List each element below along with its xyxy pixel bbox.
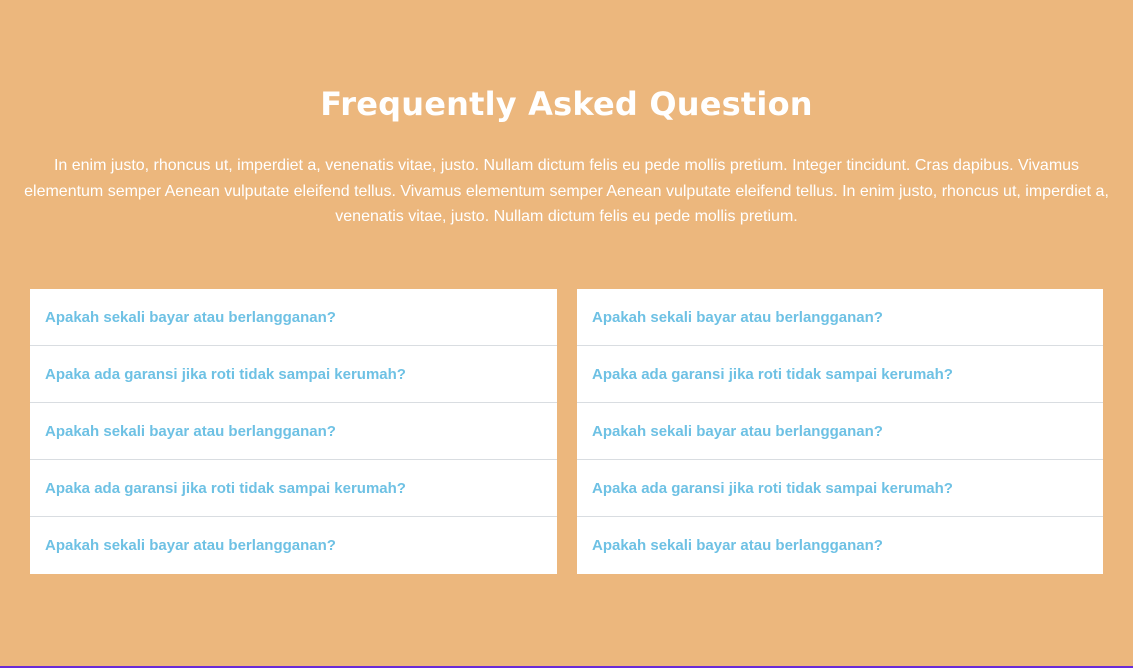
faq-item[interactable]: Apaka ada garansi jika roti tidak sampai… [30, 460, 557, 517]
faq-item[interactable]: Apakah sekali bayar atau berlangganan? [30, 403, 557, 460]
faq-question: Apakah sekali bayar atau berlangganan? [45, 308, 336, 326]
faq-question: Apakah sekali bayar atau berlangganan? [592, 308, 883, 326]
faq-question: Apakah sekali bayar atau berlangganan? [592, 422, 883, 440]
faq-item[interactable]: Apaka ada garansi jika roti tidak sampai… [30, 346, 557, 403]
faq-question: Apakah sekali bayar atau berlangganan? [45, 537, 336, 554]
faq-question: Apaka ada garansi jika roti tidak sampai… [45, 365, 406, 383]
faq-question: Apaka ada garansi jika roti tidak sampai… [592, 479, 953, 497]
faq-list-left: Apakah sekali bayar atau berlangganan? A… [30, 289, 557, 574]
faq-item[interactable]: Apaka ada garansi jika roti tidak sampai… [577, 460, 1103, 517]
faq-item[interactable]: Apaka ada garansi jika roti tidak sampai… [577, 346, 1103, 403]
faq-item[interactable]: Apakah sekali bayar atau berlangganan? [577, 517, 1103, 574]
faq-question: Apaka ada garansi jika roti tidak sampai… [592, 365, 953, 383]
faq-question: Apakah sekali bayar atau berlangganan? [592, 537, 883, 554]
faq-item[interactable]: Apakah sekali bayar atau berlangganan? [577, 289, 1103, 346]
faq-question: Apaka ada garansi jika roti tidak sampai… [45, 479, 406, 497]
faq-question: Apakah sekali bayar atau berlangganan? [45, 422, 336, 440]
faq-list-right: Apakah sekali bayar atau berlangganan? A… [577, 289, 1103, 574]
faq-item[interactable]: Apakah sekali bayar atau berlangganan? [30, 517, 557, 574]
faq-section: Frequently Asked Question In enim justo,… [0, 0, 1133, 668]
faq-description: In enim justo, rhoncus ut, imperdiet a, … [24, 157, 1109, 225]
faq-item[interactable]: Apakah sekali bayar atau berlangganan? [30, 289, 557, 346]
faq-item[interactable]: Apakah sekali bayar atau berlangganan? [577, 403, 1103, 460]
faq-title: Frequently Asked Question [320, 85, 813, 123]
